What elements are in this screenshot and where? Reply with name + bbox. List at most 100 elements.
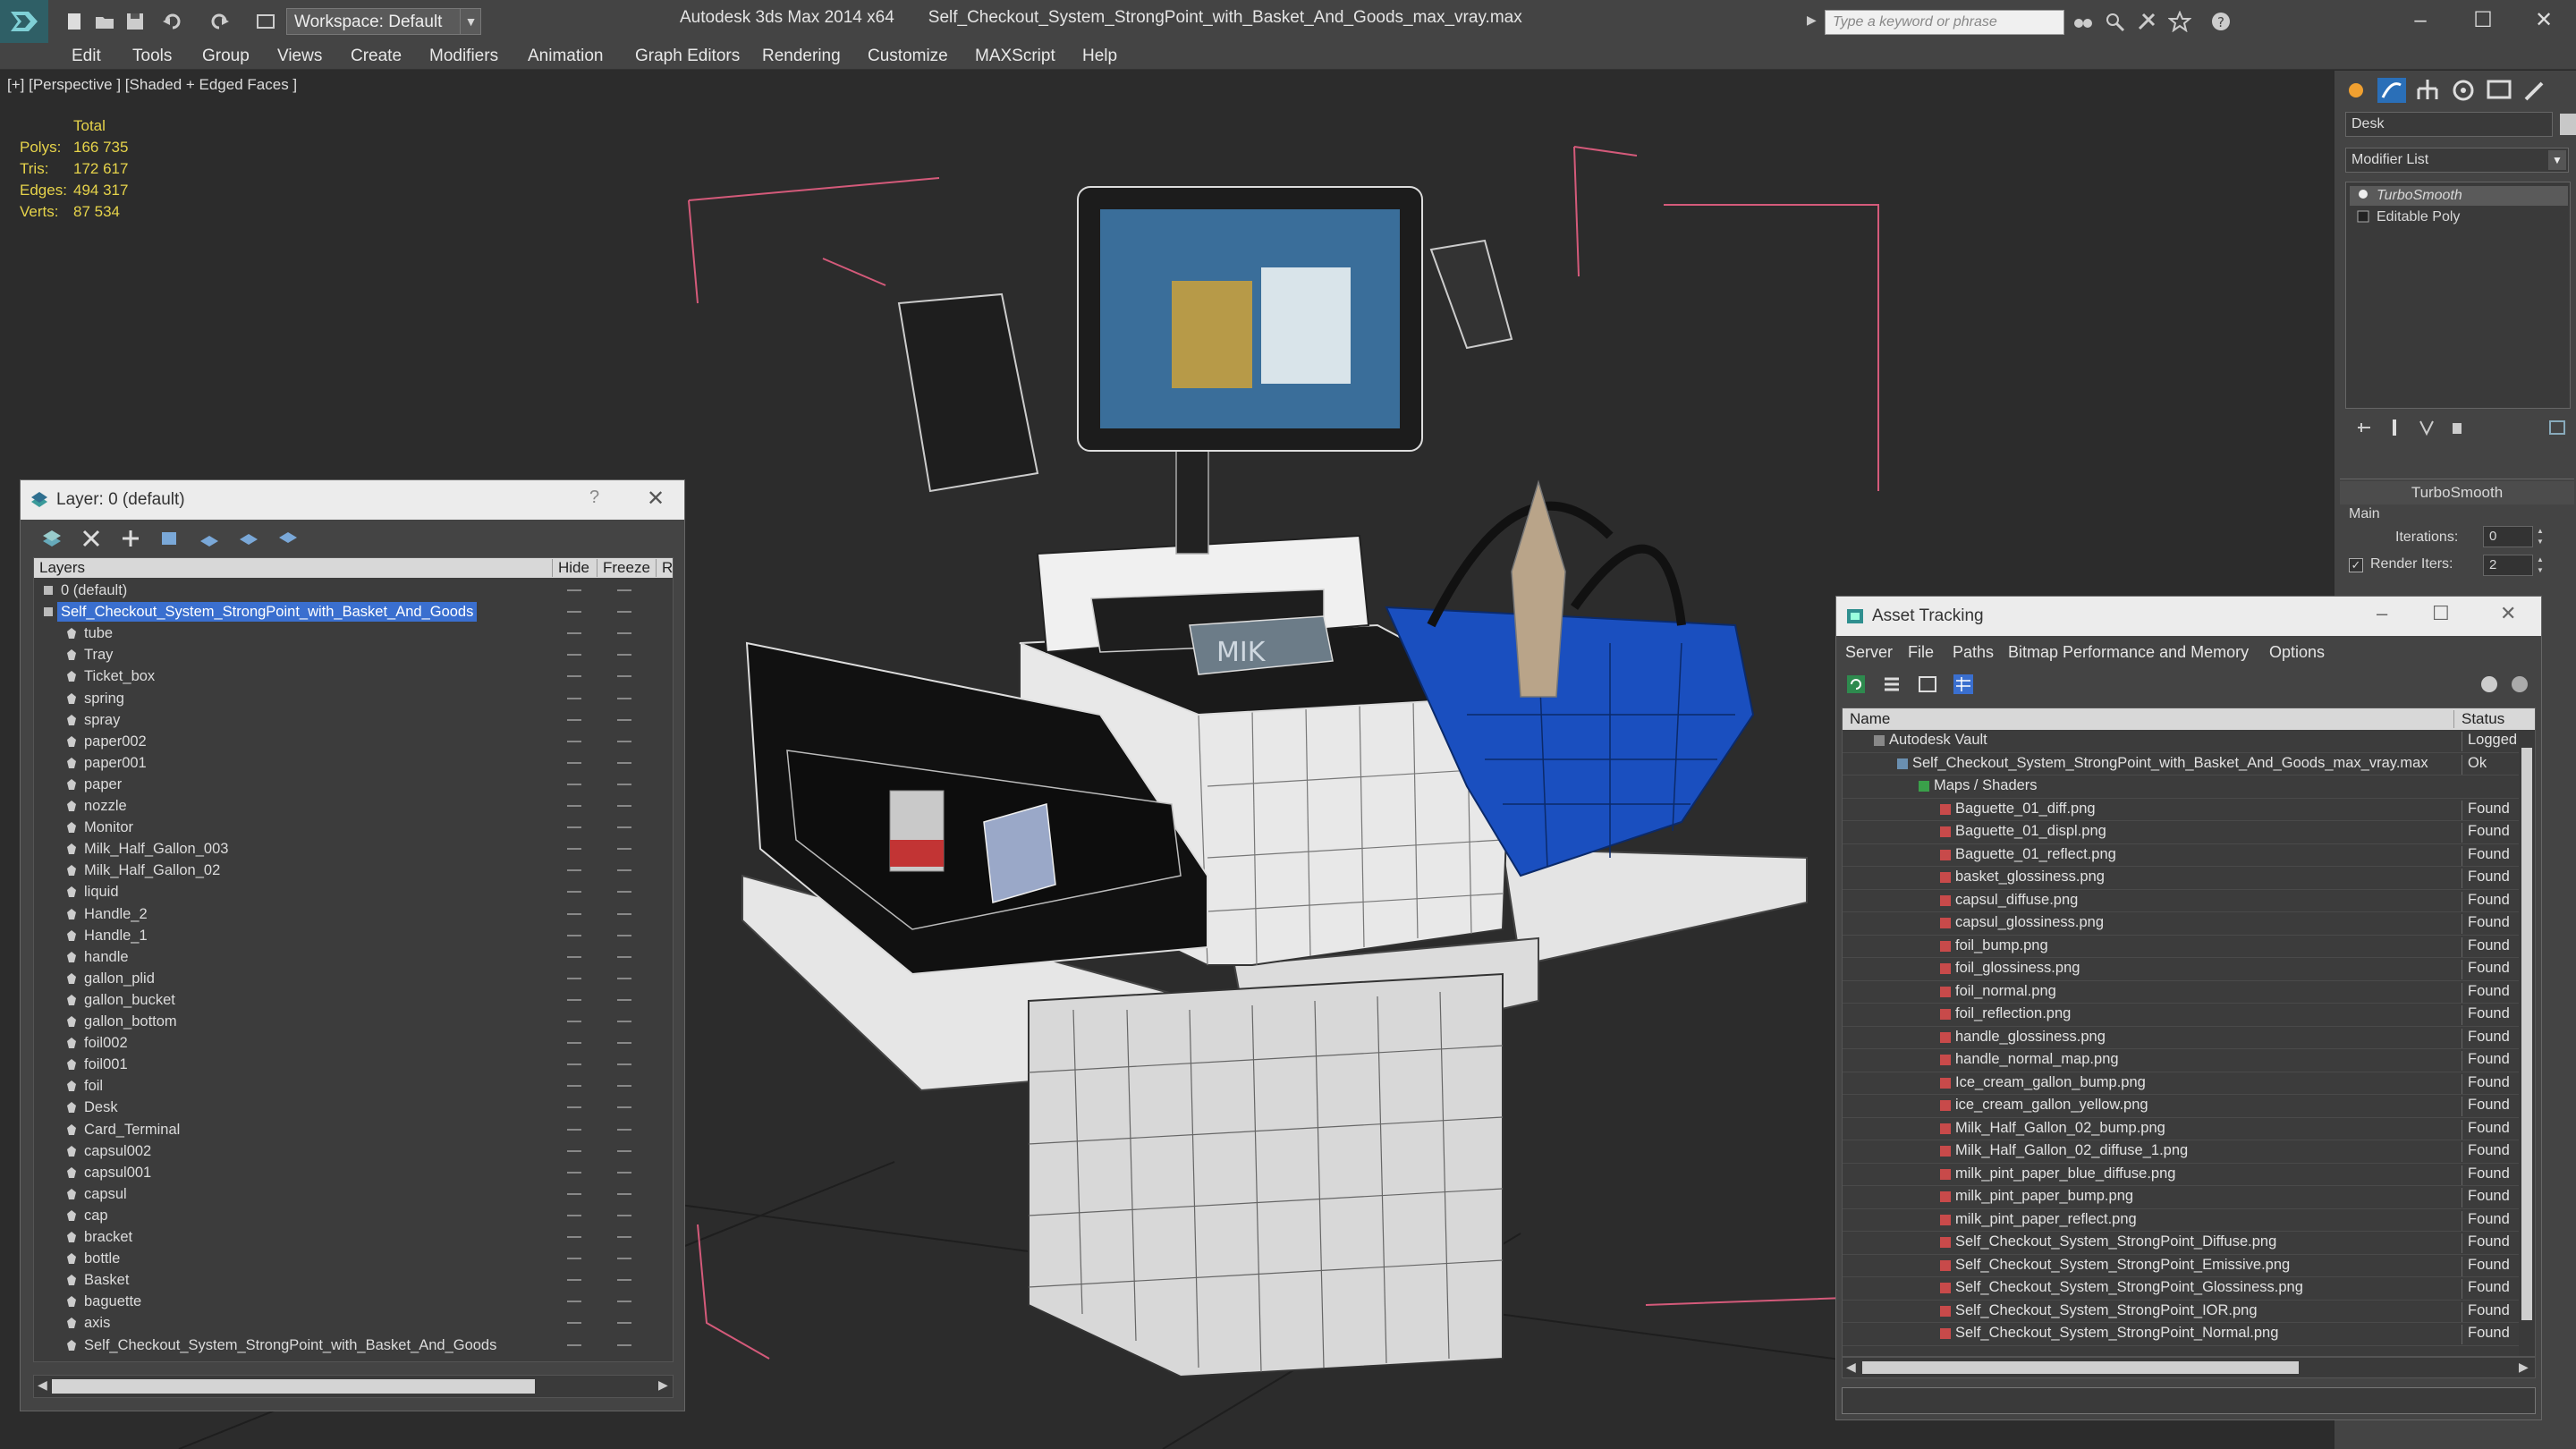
freeze-toggle[interactable] bbox=[617, 718, 631, 721]
menu-customize[interactable]: Customize bbox=[868, 47, 948, 66]
configure-sets-icon[interactable] bbox=[2547, 418, 2567, 437]
highlight-selected-layer-icon[interactable] bbox=[198, 527, 221, 550]
hide-toggle[interactable] bbox=[567, 1258, 581, 1260]
layer-row[interactable]: Desk bbox=[34, 1097, 673, 1118]
turbosmooth-header[interactable]: TurboSmooth bbox=[2340, 481, 2574, 504]
object-color-swatch[interactable] bbox=[2560, 114, 2576, 135]
layer-row[interactable]: gallon_bottom bbox=[34, 1011, 673, 1032]
scroll-thumb[interactable] bbox=[1862, 1361, 2299, 1374]
layer-row[interactable]: Milk_Half_Gallon_02 bbox=[34, 860, 673, 881]
render-iters-checkbox[interactable]: ✓ bbox=[2349, 558, 2363, 572]
redo-icon[interactable] bbox=[208, 11, 231, 32]
close-window-button[interactable]: ✕ bbox=[2517, 4, 2571, 38]
project-folder-icon[interactable] bbox=[254, 11, 277, 32]
hide-unhide-all-icon[interactable] bbox=[237, 527, 260, 550]
asset-row[interactable]: Baguette_01_diff.png Found bbox=[1843, 799, 2535, 821]
layer-row[interactable]: tube bbox=[34, 623, 673, 644]
asset-row[interactable]: handle_normal_map.png Found bbox=[1843, 1049, 2535, 1072]
menu-tools[interactable]: Tools bbox=[132, 47, 172, 66]
layer-row[interactable]: foil001 bbox=[34, 1054, 673, 1075]
asset-row[interactable]: Self_Checkout_System_StrongPoint_Normal.… bbox=[1843, 1323, 2535, 1346]
freeze-unfreeze-all-icon[interactable] bbox=[276, 527, 300, 550]
binoculars-icon[interactable] bbox=[2072, 11, 2095, 32]
freeze-toggle[interactable] bbox=[617, 977, 631, 979]
create-tab-icon[interactable] bbox=[2340, 76, 2372, 105]
freeze-toggle[interactable] bbox=[617, 589, 631, 591]
delete-layer-icon[interactable] bbox=[80, 527, 103, 550]
freeze-toggle[interactable] bbox=[617, 1343, 631, 1346]
minimize-asset-window-button[interactable]: – bbox=[2377, 602, 2387, 625]
create-layer-icon[interactable] bbox=[40, 527, 64, 550]
hide-toggle[interactable] bbox=[567, 912, 581, 915]
scroll-left-icon[interactable]: ◀ bbox=[38, 1377, 47, 1393]
layer-horizontal-scrollbar[interactable]: ◀ ▶ bbox=[33, 1375, 674, 1398]
workspace-dropdown[interactable]: Workspace: Default bbox=[286, 8, 481, 35]
freeze-toggle[interactable] bbox=[617, 654, 631, 657]
hide-toggle[interactable] bbox=[567, 1301, 581, 1303]
freeze-toggle[interactable] bbox=[617, 632, 631, 635]
asset-row[interactable]: basket_glossiness.png Found bbox=[1843, 867, 2535, 890]
hide-toggle[interactable] bbox=[567, 1106, 581, 1109]
asset-row[interactable]: Maps / Shaders bbox=[1843, 775, 2535, 799]
menu-views[interactable]: Views bbox=[277, 47, 322, 66]
freeze-toggle[interactable] bbox=[617, 1063, 631, 1066]
asset-menu-bitmap-performance[interactable]: Bitmap Performance and Memory bbox=[2008, 643, 2249, 662]
favorites-star-icon[interactable] bbox=[2168, 11, 2191, 32]
freeze-toggle[interactable] bbox=[617, 1149, 631, 1152]
freeze-toggle[interactable] bbox=[617, 955, 631, 958]
menu-create[interactable]: Create bbox=[351, 47, 402, 66]
asset-vertical-scrollbar[interactable] bbox=[2519, 730, 2535, 1356]
display-tab-icon[interactable] bbox=[2483, 76, 2515, 105]
freeze-toggle[interactable] bbox=[617, 1279, 631, 1282]
hide-toggle[interactable] bbox=[567, 718, 581, 721]
column-layers[interactable]: Layers bbox=[34, 559, 553, 577]
menu-rendering[interactable]: Rendering bbox=[762, 47, 841, 66]
scroll-thumb[interactable] bbox=[52, 1379, 535, 1394]
layer-row[interactable]: handle bbox=[34, 946, 673, 968]
asset-row[interactable]: Milk_Half_Gallon_02_diffuse_1.png Found bbox=[1843, 1140, 2535, 1164]
search-input[interactable]: Type a keyword or phrase bbox=[1825, 10, 2064, 35]
chevron-right-icon[interactable]: ▶ bbox=[1807, 13, 1821, 32]
asset-row[interactable]: capsul_diffuse.png Found bbox=[1843, 890, 2535, 912]
layer-row[interactable]: bracket bbox=[34, 1226, 673, 1248]
freeze-toggle[interactable] bbox=[617, 869, 631, 872]
layer-row[interactable]: paper bbox=[34, 774, 673, 795]
column-name[interactable]: Name bbox=[1843, 710, 2454, 728]
app-logo[interactable] bbox=[0, 0, 48, 43]
freeze-toggle[interactable] bbox=[617, 891, 631, 894]
layer-row[interactable]: Handle_1 bbox=[34, 925, 673, 946]
layer-row[interactable]: paper002 bbox=[34, 731, 673, 752]
motion-tab-icon[interactable] bbox=[2447, 76, 2479, 105]
freeze-toggle[interactable] bbox=[617, 1192, 631, 1195]
modify-tab-icon[interactable] bbox=[2376, 76, 2408, 105]
asset-menu-options[interactable]: Options bbox=[2269, 643, 2325, 662]
asset-row[interactable]: Self_Checkout_System_StrongPoint_Emissiv… bbox=[1843, 1255, 2535, 1277]
asset-row[interactable]: Self_Checkout_System_StrongPoint_Diffuse… bbox=[1843, 1232, 2535, 1255]
list-view-icon[interactable] bbox=[1881, 674, 1902, 695]
hide-toggle[interactable] bbox=[567, 632, 581, 635]
subscription-icon[interactable] bbox=[2104, 11, 2127, 32]
freeze-toggle[interactable] bbox=[617, 1128, 631, 1131]
asset-context-help-icon[interactable] bbox=[2509, 674, 2530, 695]
column-render[interactable]: R bbox=[657, 559, 673, 577]
menu-edit[interactable]: Edit bbox=[72, 47, 101, 66]
freeze-toggle[interactable] bbox=[617, 1106, 631, 1109]
hide-toggle[interactable] bbox=[567, 1063, 581, 1066]
layer-row[interactable]: Ticket_box bbox=[34, 665, 673, 687]
hide-toggle[interactable] bbox=[567, 826, 581, 829]
asset-row[interactable]: ice_cream_gallon_yellow.png Found bbox=[1843, 1095, 2535, 1118]
add-to-layer-icon[interactable] bbox=[119, 527, 142, 550]
layer-row[interactable]: Monitor bbox=[34, 817, 673, 838]
maximize-asset-window-button[interactable]: ☐ bbox=[2432, 602, 2450, 625]
pin-stack-icon[interactable] bbox=[2354, 418, 2374, 437]
layer-row[interactable]: bottle bbox=[34, 1248, 673, 1269]
menu-help[interactable]: Help bbox=[1082, 47, 1117, 66]
close-layer-window-button[interactable]: ✕ bbox=[647, 486, 665, 512]
hide-toggle[interactable] bbox=[567, 589, 581, 591]
asset-row[interactable]: foil_bump.png Found bbox=[1843, 936, 2535, 958]
table-view-icon[interactable] bbox=[1953, 674, 1974, 695]
iterations-spinner[interactable]: 0 bbox=[2483, 526, 2533, 547]
asset-row[interactable]: milk_pint_paper_reflect.png Found bbox=[1843, 1209, 2535, 1232]
refresh-icon[interactable] bbox=[1845, 674, 1867, 695]
layer-row[interactable]: Milk_Half_Gallon_003 bbox=[34, 838, 673, 860]
